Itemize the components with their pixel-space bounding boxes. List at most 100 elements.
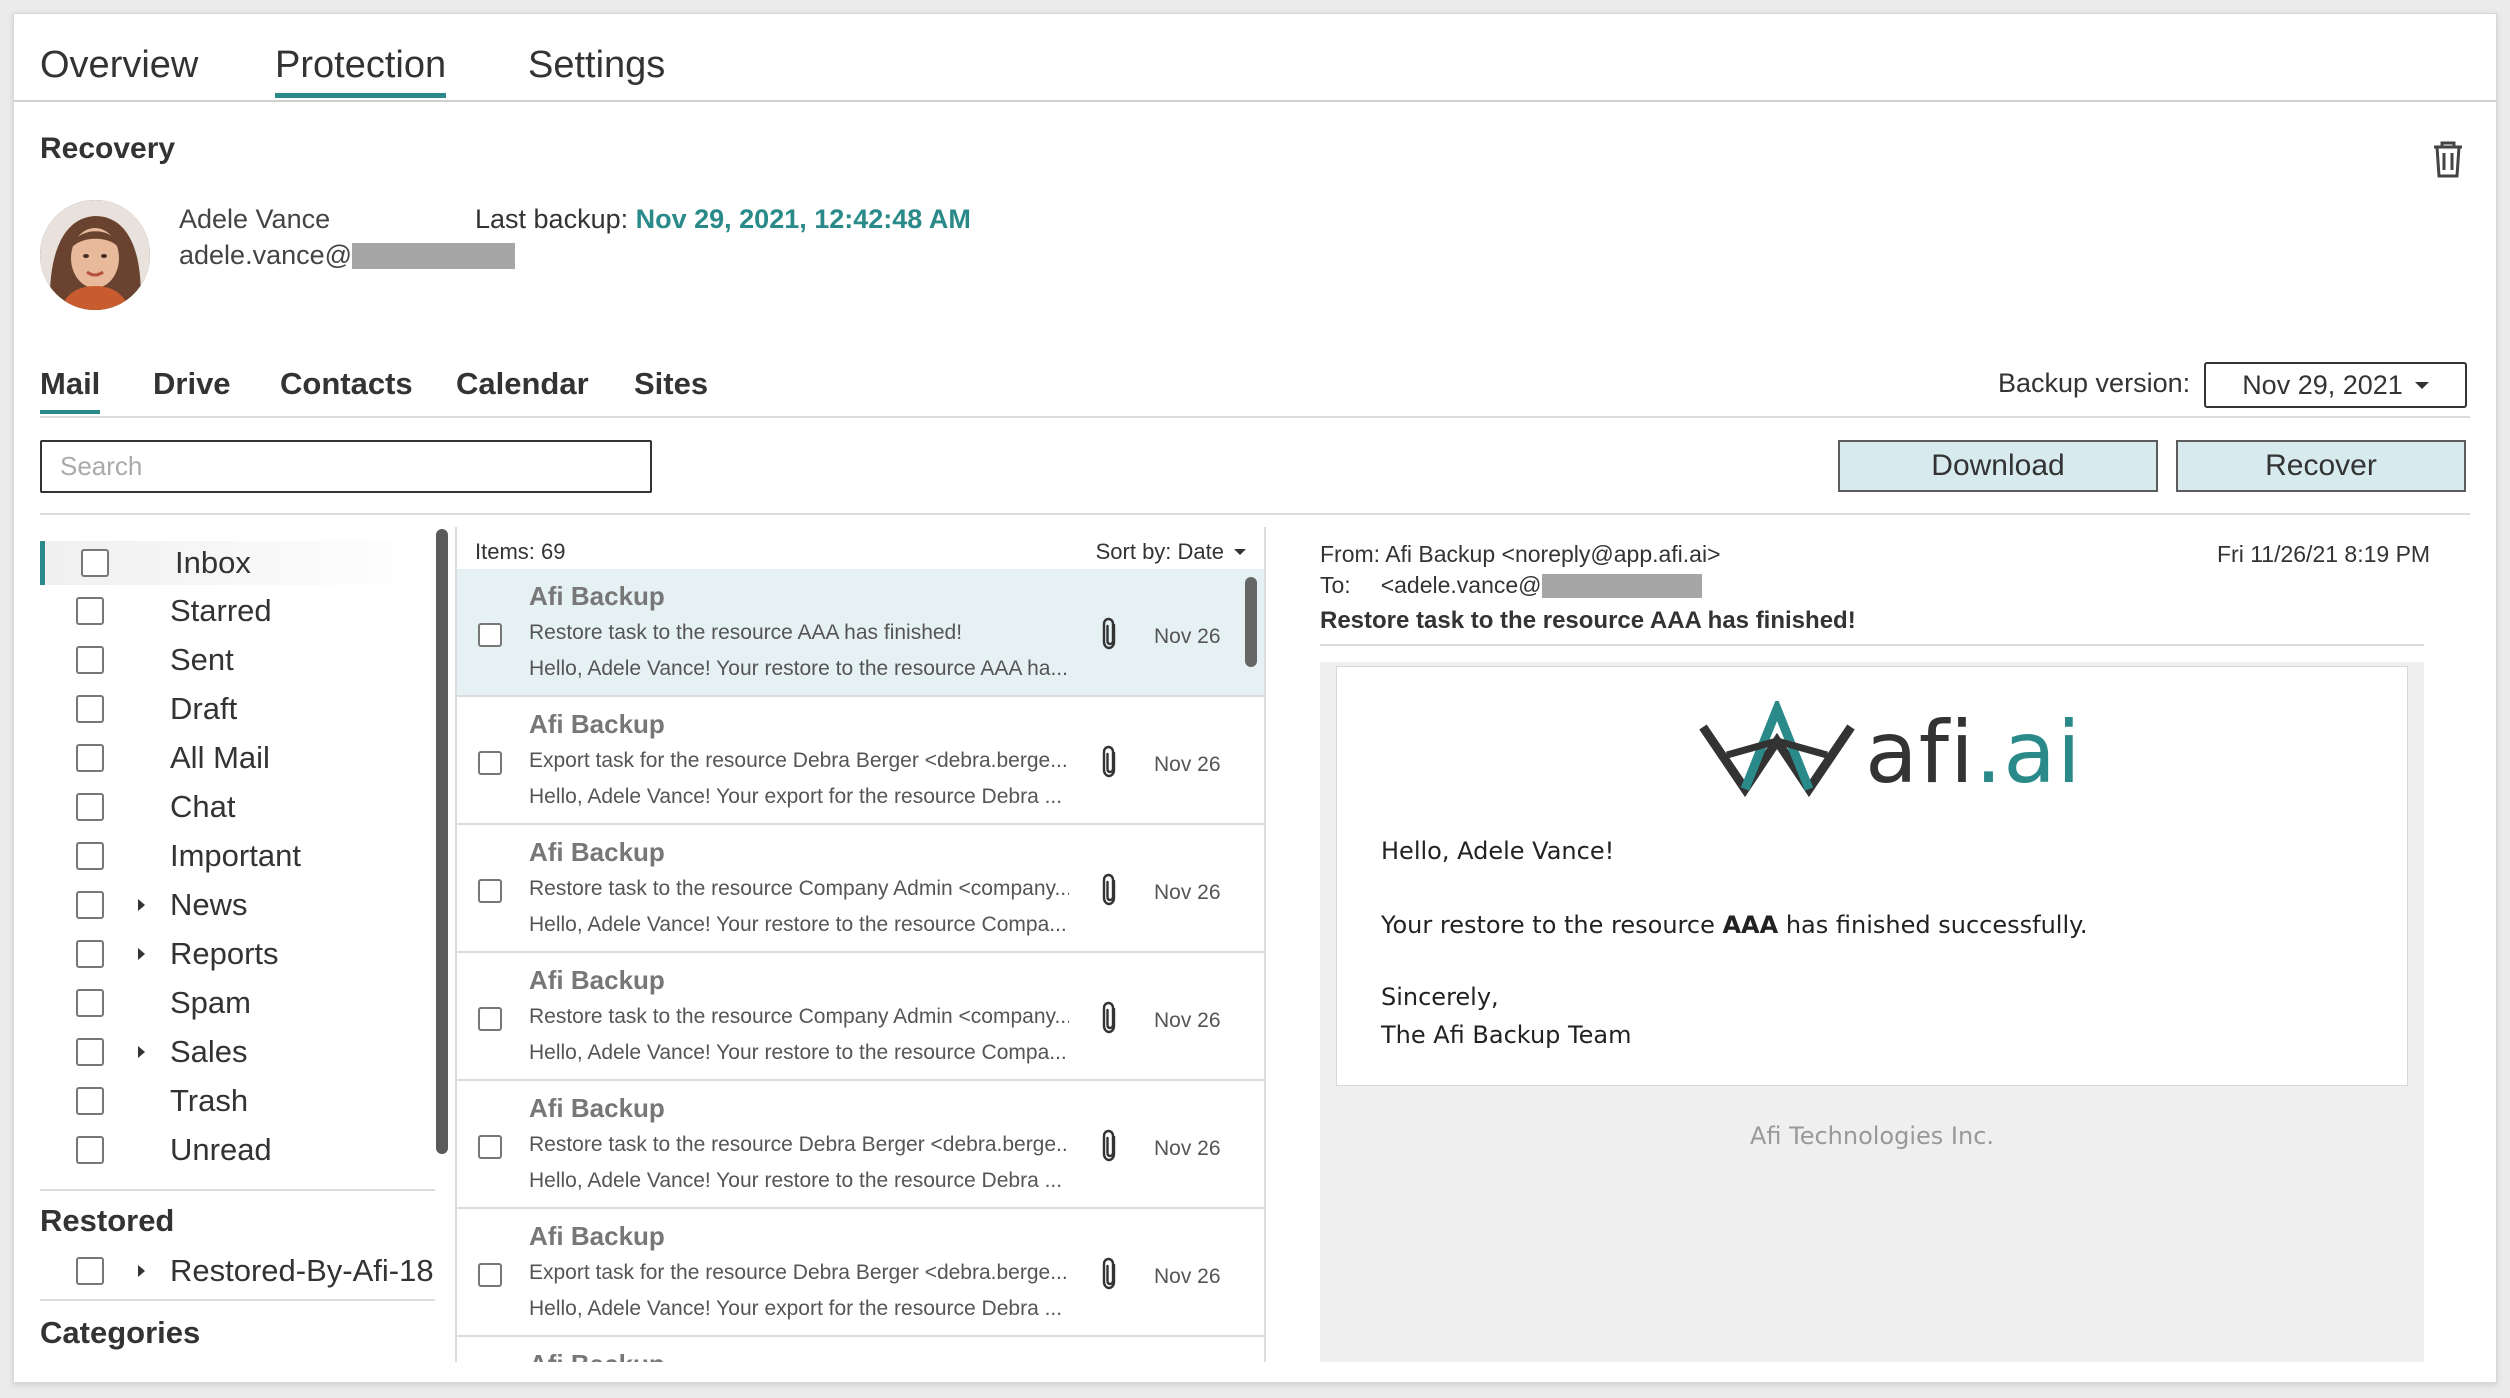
list-scrollbar[interactable] <box>1245 577 1257 667</box>
message-row[interactable]: Afi Backup Restore task to the resource … <box>457 953 1264 1081</box>
preview-subject: Restore task to the resource AAA has fin… <box>1320 607 1856 634</box>
folder-all-mail[interactable]: All Mail <box>40 736 430 780</box>
message-checkbox[interactable] <box>478 623 502 647</box>
folder-checkbox[interactable] <box>76 1038 104 1066</box>
message-date: Nov 26 <box>1154 1265 1221 1288</box>
folder-checkbox[interactable] <box>76 1136 104 1164</box>
folder-checkbox[interactable] <box>76 989 104 1017</box>
caret-right-icon[interactable] <box>138 1046 145 1058</box>
tab-calendar[interactable]: Calendar <box>456 366 589 410</box>
folder-trash[interactable]: Trash <box>40 1079 430 1123</box>
folder-restored[interactable]: Restored-By-Afi-18-... <box>40 1249 435 1293</box>
folder-sales[interactable]: Sales <box>40 1030 430 1074</box>
folder-sent[interactable]: Sent <box>40 638 430 682</box>
folder-label: Starred <box>170 593 272 628</box>
folder-checkbox[interactable] <box>81 549 109 577</box>
email-card: afi.ai Hello, Adele Vance! Your restore … <box>1336 666 2408 1086</box>
message-preview: Hello, Adele Vance! Your restore to the … <box>529 657 1068 680</box>
folder-inbox[interactable]: Inbox <box>40 541 430 585</box>
tab-protection[interactable]: Protection <box>275 44 447 98</box>
message-checkbox[interactable] <box>478 751 502 775</box>
tab-sites[interactable]: Sites <box>634 366 708 410</box>
folder-label: Chat <box>170 789 236 824</box>
caret-right-icon[interactable] <box>138 948 145 960</box>
items-count: Items: 69 <box>475 539 566 564</box>
folder-news[interactable]: News <box>40 883 430 927</box>
folder-important[interactable]: Important <box>40 834 430 878</box>
folder-starred[interactable]: Starred <box>40 589 430 633</box>
folder-checkbox[interactable] <box>76 842 104 870</box>
recover-button[interactable]: Recover <box>2176 440 2466 492</box>
sort-dropdown[interactable]: Sort by: Date <box>1096 539 1246 565</box>
to-value: <adele.vance@ <box>1380 572 1542 598</box>
message-checkbox[interactable] <box>478 1263 502 1287</box>
message-preview: Hello, Adele Vance! Your restore to the … <box>529 1041 1067 1064</box>
message-row[interactable]: Afi Backup Restore task to the resource … <box>457 825 1264 953</box>
message-checkbox[interactable] <box>478 1135 502 1159</box>
chevron-down-icon <box>2414 381 2429 389</box>
divider <box>40 1299 435 1301</box>
folder-chat[interactable]: Chat <box>40 785 430 829</box>
email-body-line: Your restore to the resource AAA has fin… <box>1381 911 2088 939</box>
paperclip-icon <box>1098 873 1122 907</box>
email-signature: The Afi Backup Team <box>1381 1021 1632 1049</box>
caret-right-icon[interactable] <box>138 899 145 911</box>
caret-right-icon[interactable] <box>138 1265 145 1277</box>
message-row[interactable]: Afi Backup Export task for the resource … <box>457 697 1264 825</box>
folder-label: News <box>170 887 248 922</box>
folder-reports[interactable]: Reports <box>40 932 430 976</box>
folder-checkbox[interactable] <box>76 695 104 723</box>
divider <box>1320 644 2424 646</box>
trash-icon[interactable] <box>2430 139 2466 179</box>
message-row[interactable]: Afi Backup Restore task to the resource … <box>457 569 1264 697</box>
tab-settings[interactable]: Settings <box>528 44 665 93</box>
folder-label: Important <box>170 838 301 873</box>
folder-checkbox[interactable] <box>76 1087 104 1115</box>
folder-checkbox[interactable] <box>76 597 104 625</box>
tab-contacts[interactable]: Contacts <box>280 366 413 410</box>
chevron-down-icon <box>1234 549 1246 555</box>
folder-checkbox[interactable] <box>76 793 104 821</box>
from-value: Afi Backup <noreply@app.afi.ai> <box>1385 541 1721 567</box>
folder-tree: Inbox Starred Sent Draft All Mail Chat I… <box>40 529 435 1354</box>
tab-mail[interactable]: Mail <box>40 366 101 414</box>
message-sender: Afi Backup <box>529 581 665 611</box>
app-window: Overview Protection Settings Recovery Ad… <box>13 13 2497 1383</box>
preview-to: To: <adele.vance@ <box>1320 572 1702 599</box>
paperclip-icon <box>1098 1129 1122 1163</box>
message-sender: Afi Backup <box>529 709 665 739</box>
user-email: adele.vance@ <box>179 240 516 271</box>
search-input[interactable] <box>40 440 652 493</box>
message-list: Items: 69 Sort by: Date Afi Backup Resto… <box>455 527 1266 1362</box>
section-title: Recovery <box>40 132 176 165</box>
folder-checkbox[interactable] <box>76 940 104 968</box>
paperclip-icon <box>1098 1001 1122 1035</box>
folder-checkbox[interactable] <box>76 646 104 674</box>
folder-label: Sales <box>170 1034 248 1069</box>
backup-version-select[interactable]: Nov 29, 2021 <box>2204 362 2467 408</box>
redacted-domain <box>1541 573 1702 598</box>
folder-checkbox[interactable] <box>76 1257 104 1285</box>
folder-unread[interactable]: Unread <box>40 1128 430 1172</box>
message-checkbox[interactable] <box>478 1007 502 1031</box>
message-checkbox[interactable] <box>478 879 502 903</box>
email-footer: Afi Technologies Inc. <box>1749 1122 1995 1150</box>
message-subject: Export task for the resource Debra Berge… <box>529 1261 1068 1284</box>
message-row[interactable]: Afi Backup Restore task to the resource … <box>457 1081 1264 1209</box>
tab-drive[interactable]: Drive <box>153 366 231 410</box>
message-subject: Restore task to the resource Company Adm… <box>529 877 1069 900</box>
folders-scrollbar[interactable] <box>436 529 448 1154</box>
folder-draft[interactable]: Draft <box>40 687 430 731</box>
folder-checkbox[interactable] <box>76 744 104 772</box>
afi-logo-mark <box>1699 701 1855 798</box>
message-row[interactable]: Afi Backup Export task for the resource … <box>457 1209 1264 1337</box>
folder-spam[interactable]: Spam <box>40 981 430 1025</box>
backup-version-label: Backup version: <box>1998 368 2191 398</box>
message-body: afi.ai Hello, Adele Vance! Your restore … <box>1320 662 2424 1362</box>
tab-overview[interactable]: Overview <box>40 44 198 93</box>
download-button[interactable]: Download <box>1838 440 2158 492</box>
message-row[interactable]: Afi Backup <box>457 1337 1264 1362</box>
folder-checkbox[interactable] <box>76 891 104 919</box>
paperclip-icon <box>1098 617 1122 651</box>
message-preview: Hello, Adele Vance! Your restore to the … <box>529 1169 1063 1192</box>
